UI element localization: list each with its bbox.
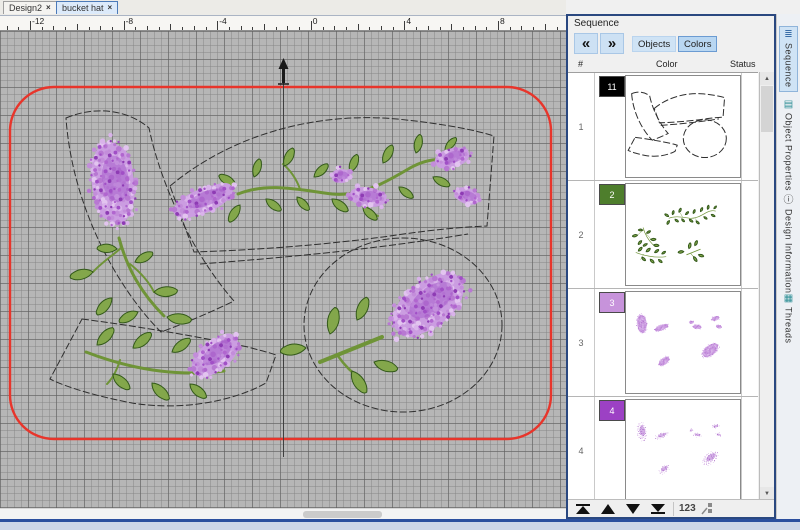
row-number: 1 [568,73,595,180]
move-to-end-button[interactable] [648,502,668,516]
sequence-footer-toolbar: 123 [568,499,774,517]
sequence-row-2[interactable]: 2 2 [568,181,758,289]
column-header-status: Status [730,59,756,69]
stitch-numbers-button[interactable]: 123 [679,503,696,514]
scrollbar-thumb[interactable] [303,511,382,518]
object-properties-icon: ▤ [783,99,794,110]
sequence-toolbar: « » Objects Colors [568,31,774,58]
sequence-row-3[interactable]: 3 3 [568,289,758,397]
stitch-details-icon [701,503,712,515]
row-number: 4 [568,397,595,501]
scroll-up-icon[interactable]: ▲ [760,72,774,85]
row-number: 3 [568,289,595,396]
status-cell [741,181,758,288]
color-swatch[interactable]: 2 [599,184,625,205]
status-cell [741,289,758,396]
move-later-button[interactable] [623,502,643,516]
threads-icon: ▦ [783,293,794,304]
row-thumbnail [625,183,741,286]
scrollbar-thumb[interactable] [761,86,773,132]
row-thumbnail [625,291,741,394]
side-tab-object-properties[interactable]: ▤ Object Properties [779,96,798,195]
color-swatch[interactable]: 4 [599,400,625,421]
sequence-column-headers: # Color Status [568,59,774,72]
design-information-icon: ⓘ [783,195,794,206]
column-header-number: # [578,59,584,69]
horizontal-ruler: -12 -8 -4 0 4 8 [0,16,566,31]
row-number: 2 [568,181,595,288]
document-tab-bar: Design2 × bucket hat × [0,0,566,16]
color-sequence-list: 1 11 2 2 3 3 4 4 [568,72,758,501]
hoop-boundary [8,85,553,441]
side-tab-sequence[interactable]: ≣ Sequence [779,26,798,92]
sequence-panel-title: Sequence [574,18,620,29]
sequence-row-1[interactable]: 1 11 [568,73,758,181]
separator [673,501,674,516]
column-header-color: Color [656,59,678,69]
side-tab-threads[interactable]: ▦ Threads [779,290,798,348]
close-icon[interactable]: × [46,4,51,12]
tab-bucket-hat[interactable]: bucket hat × [56,1,119,14]
row-thumbnail [625,75,741,178]
forward-travel-button[interactable]: » [600,33,624,54]
tab-design2-label: Design2 [9,3,43,13]
design-artwork [8,58,553,457]
design-canvas[interactable] [0,31,566,508]
move-earlier-button[interactable] [598,502,618,516]
color-swatch[interactable]: 11 [599,76,625,97]
row-thumbnail [625,399,741,501]
tab-bucket-hat-label: bucket hat [62,3,104,13]
sequence-vertical-scrollbar[interactable]: ▲ ▼ [759,72,774,500]
move-to-start-button[interactable] [573,502,593,516]
back-travel-button[interactable]: « [574,33,598,54]
color-swatch[interactable]: 3 [599,292,625,313]
sequence-panel: Sequence « » Objects Colors # Color Stat… [566,14,776,519]
status-bar [0,519,800,530]
tab-design2[interactable]: Design2 × [3,1,57,14]
status-cell [741,73,758,180]
colors-view-button[interactable]: Colors [678,36,718,52]
status-cell [741,397,758,501]
objects-view-button[interactable]: Objects [632,36,677,52]
needle-cursor-icon [278,58,289,85]
side-tab-design-information[interactable]: ⓘ Design Information [779,192,798,298]
docking-tab-strip: ≣ Sequence ▤ Object Properties ⓘ Design … [776,14,800,519]
close-icon[interactable]: × [108,4,113,12]
sequence-icon: ≣ [784,29,793,40]
sequence-row-4[interactable]: 4 4 [568,397,758,501]
